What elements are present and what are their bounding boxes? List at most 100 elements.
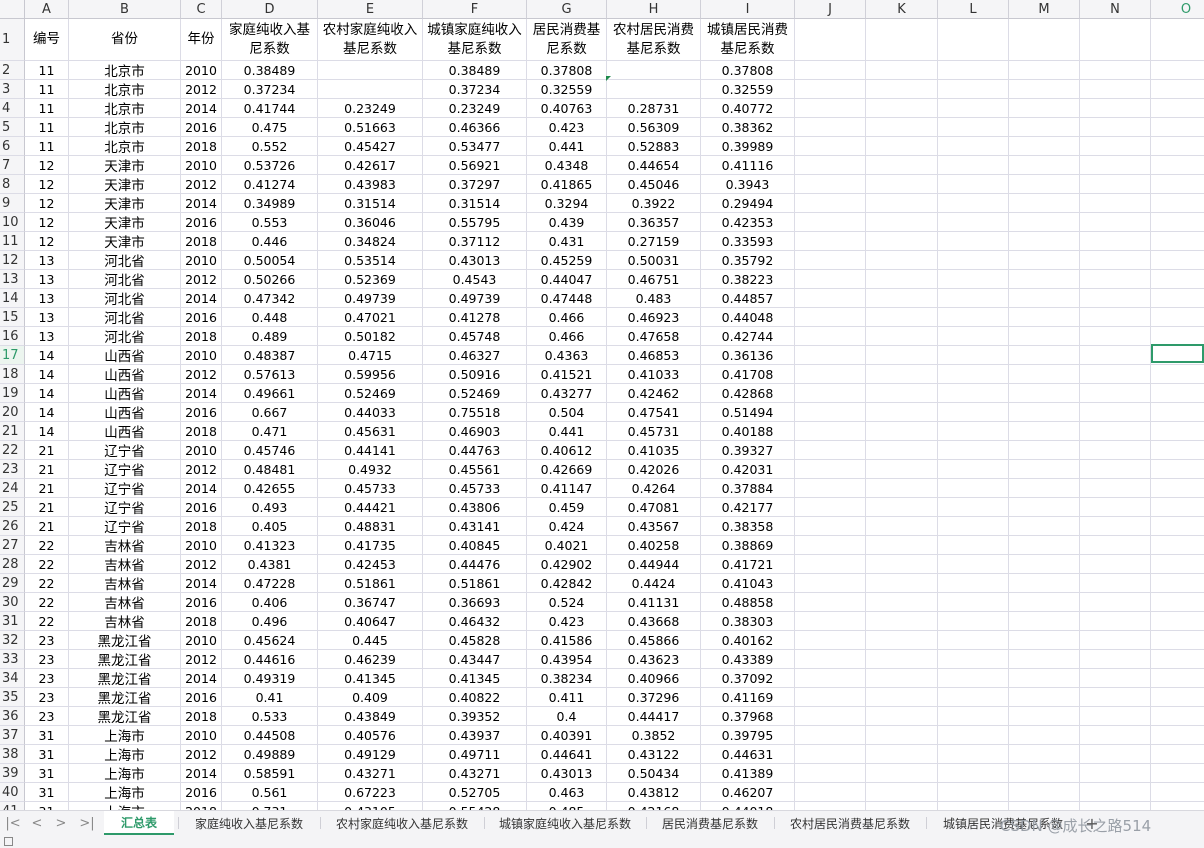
empty-cell[interactable] xyxy=(1009,707,1080,726)
empty-cell[interactable] xyxy=(1009,498,1080,517)
row-header[interactable]: 3 xyxy=(0,80,25,99)
table-cell[interactable]: 0.38362 xyxy=(701,118,795,137)
table-cell[interactable]: 0.49661 xyxy=(222,384,318,403)
empty-cell[interactable] xyxy=(938,99,1009,118)
row-header[interactable]: 38 xyxy=(0,745,25,764)
empty-cell[interactable] xyxy=(866,498,938,517)
table-cell[interactable]: 0.45624 xyxy=(222,631,318,650)
empty-cell[interactable] xyxy=(938,688,1009,707)
table-cell[interactable]: 0.46239 xyxy=(318,650,423,669)
empty-cell[interactable] xyxy=(938,384,1009,403)
header-cell[interactable]: 家庭纯收入基尼系数 xyxy=(222,19,318,61)
empty-cell[interactable] xyxy=(938,460,1009,479)
row-header[interactable]: 9 xyxy=(0,194,25,213)
table-cell[interactable]: 0.41323 xyxy=(222,536,318,555)
empty-cell[interactable] xyxy=(1080,536,1151,555)
table-cell[interactable]: 0.48481 xyxy=(222,460,318,479)
column-header-i[interactable]: I xyxy=(701,0,795,19)
empty-cell[interactable] xyxy=(866,441,938,460)
empty-cell[interactable] xyxy=(795,346,866,365)
table-cell[interactable]: 0.49889 xyxy=(222,745,318,764)
table-cell[interactable]: 黑龙江省 xyxy=(69,650,181,669)
table-cell[interactable]: 2012 xyxy=(181,365,222,384)
column-header-d[interactable]: D xyxy=(222,0,318,19)
empty-cell[interactable] xyxy=(1080,19,1151,61)
table-cell[interactable]: 0.52705 xyxy=(423,783,527,802)
empty-cell[interactable] xyxy=(938,498,1009,517)
table-cell[interactable]: 0.42902 xyxy=(527,555,607,574)
table-cell[interactable]: 0.446 xyxy=(222,232,318,251)
table-cell[interactable]: 12 xyxy=(25,232,69,251)
table-cell[interactable]: 0.43141 xyxy=(423,517,527,536)
empty-cell[interactable] xyxy=(866,612,938,631)
table-cell[interactable]: 0.44417 xyxy=(607,707,701,726)
table-cell[interactable]: 0.466 xyxy=(527,327,607,346)
table-cell[interactable]: 0.4 xyxy=(527,707,607,726)
sheet-tab[interactable]: 农村家庭纯收入基尼系数 xyxy=(322,811,482,835)
empty-cell[interactable] xyxy=(938,536,1009,555)
table-cell[interactable]: 2012 xyxy=(181,555,222,574)
table-cell[interactable]: 0.49711 xyxy=(423,745,527,764)
table-cell[interactable]: 31 xyxy=(25,802,69,810)
table-cell[interactable]: 河北省 xyxy=(69,327,181,346)
table-cell[interactable]: 辽宁省 xyxy=(69,460,181,479)
table-cell[interactable]: 辽宁省 xyxy=(69,441,181,460)
column-header-n[interactable]: N xyxy=(1080,0,1151,19)
table-cell[interactable]: 0.56309 xyxy=(607,118,701,137)
empty-cell[interactable] xyxy=(795,156,866,175)
row-header[interactable]: 24 xyxy=(0,479,25,498)
next-sheet-icon[interactable]: > xyxy=(52,814,70,832)
header-cell[interactable]: 农村家庭纯收入基尼系数 xyxy=(318,19,423,61)
table-cell[interactable]: 0.41345 xyxy=(423,669,527,688)
table-cell[interactable]: 0.42617 xyxy=(318,156,423,175)
table-cell[interactable]: 0.34989 xyxy=(222,194,318,213)
empty-cell[interactable] xyxy=(1151,118,1204,137)
table-cell[interactable]: 吉林省 xyxy=(69,574,181,593)
table-cell[interactable]: 0.406 xyxy=(222,593,318,612)
row-header[interactable]: 1 xyxy=(0,19,25,61)
empty-cell[interactable] xyxy=(938,422,1009,441)
empty-cell[interactable] xyxy=(1151,802,1204,810)
empty-cell[interactable] xyxy=(795,137,866,156)
table-cell[interactable]: 23 xyxy=(25,631,69,650)
table-cell[interactable]: 0.44421 xyxy=(318,498,423,517)
table-cell[interactable]: 0.53477 xyxy=(423,137,527,156)
table-cell[interactable]: 0.48831 xyxy=(318,517,423,536)
table-cell[interactable]: 0.43389 xyxy=(701,650,795,669)
empty-cell[interactable] xyxy=(1009,593,1080,612)
table-cell[interactable]: 13 xyxy=(25,289,69,308)
table-cell[interactable]: 2018 xyxy=(181,707,222,726)
table-cell[interactable]: 0.40966 xyxy=(607,669,701,688)
table-cell[interactable]: 0.48858 xyxy=(701,593,795,612)
table-cell[interactable]: 0.52469 xyxy=(423,384,527,403)
table-cell[interactable]: 天津市 xyxy=(69,175,181,194)
table-cell[interactable]: 2016 xyxy=(181,498,222,517)
table-cell[interactable]: 0.43013 xyxy=(423,251,527,270)
table-cell[interactable]: 0.41131 xyxy=(607,593,701,612)
table-cell[interactable]: 2018 xyxy=(181,517,222,536)
table-cell[interactable]: 2010 xyxy=(181,61,222,80)
empty-cell[interactable] xyxy=(1009,384,1080,403)
table-cell[interactable]: 0.37297 xyxy=(423,175,527,194)
empty-cell[interactable] xyxy=(795,802,866,810)
empty-cell[interactable] xyxy=(1151,213,1204,232)
empty-cell[interactable] xyxy=(1080,669,1151,688)
row-header[interactable]: 5 xyxy=(0,118,25,137)
table-cell[interactable]: 0.36046 xyxy=(318,213,423,232)
table-cell[interactable]: 0.52369 xyxy=(318,270,423,289)
table-cell[interactable]: 0.40612 xyxy=(527,441,607,460)
table-cell[interactable]: 0.43122 xyxy=(607,745,701,764)
table-cell[interactable]: 0.36357 xyxy=(607,213,701,232)
table-cell[interactable]: 2018 xyxy=(181,802,222,810)
table-cell[interactable] xyxy=(607,61,701,80)
empty-cell[interactable] xyxy=(1080,156,1151,175)
empty-cell[interactable] xyxy=(938,175,1009,194)
column-header-l[interactable]: L xyxy=(938,0,1009,19)
empty-cell[interactable] xyxy=(938,308,1009,327)
empty-cell[interactable] xyxy=(1080,764,1151,783)
table-cell[interactable]: 0.50031 xyxy=(607,251,701,270)
row-header[interactable]: 41 xyxy=(0,802,25,810)
empty-cell[interactable] xyxy=(795,80,866,99)
header-cell[interactable]: 农村居民消费基尼系数 xyxy=(607,19,701,61)
table-cell[interactable]: 14 xyxy=(25,422,69,441)
